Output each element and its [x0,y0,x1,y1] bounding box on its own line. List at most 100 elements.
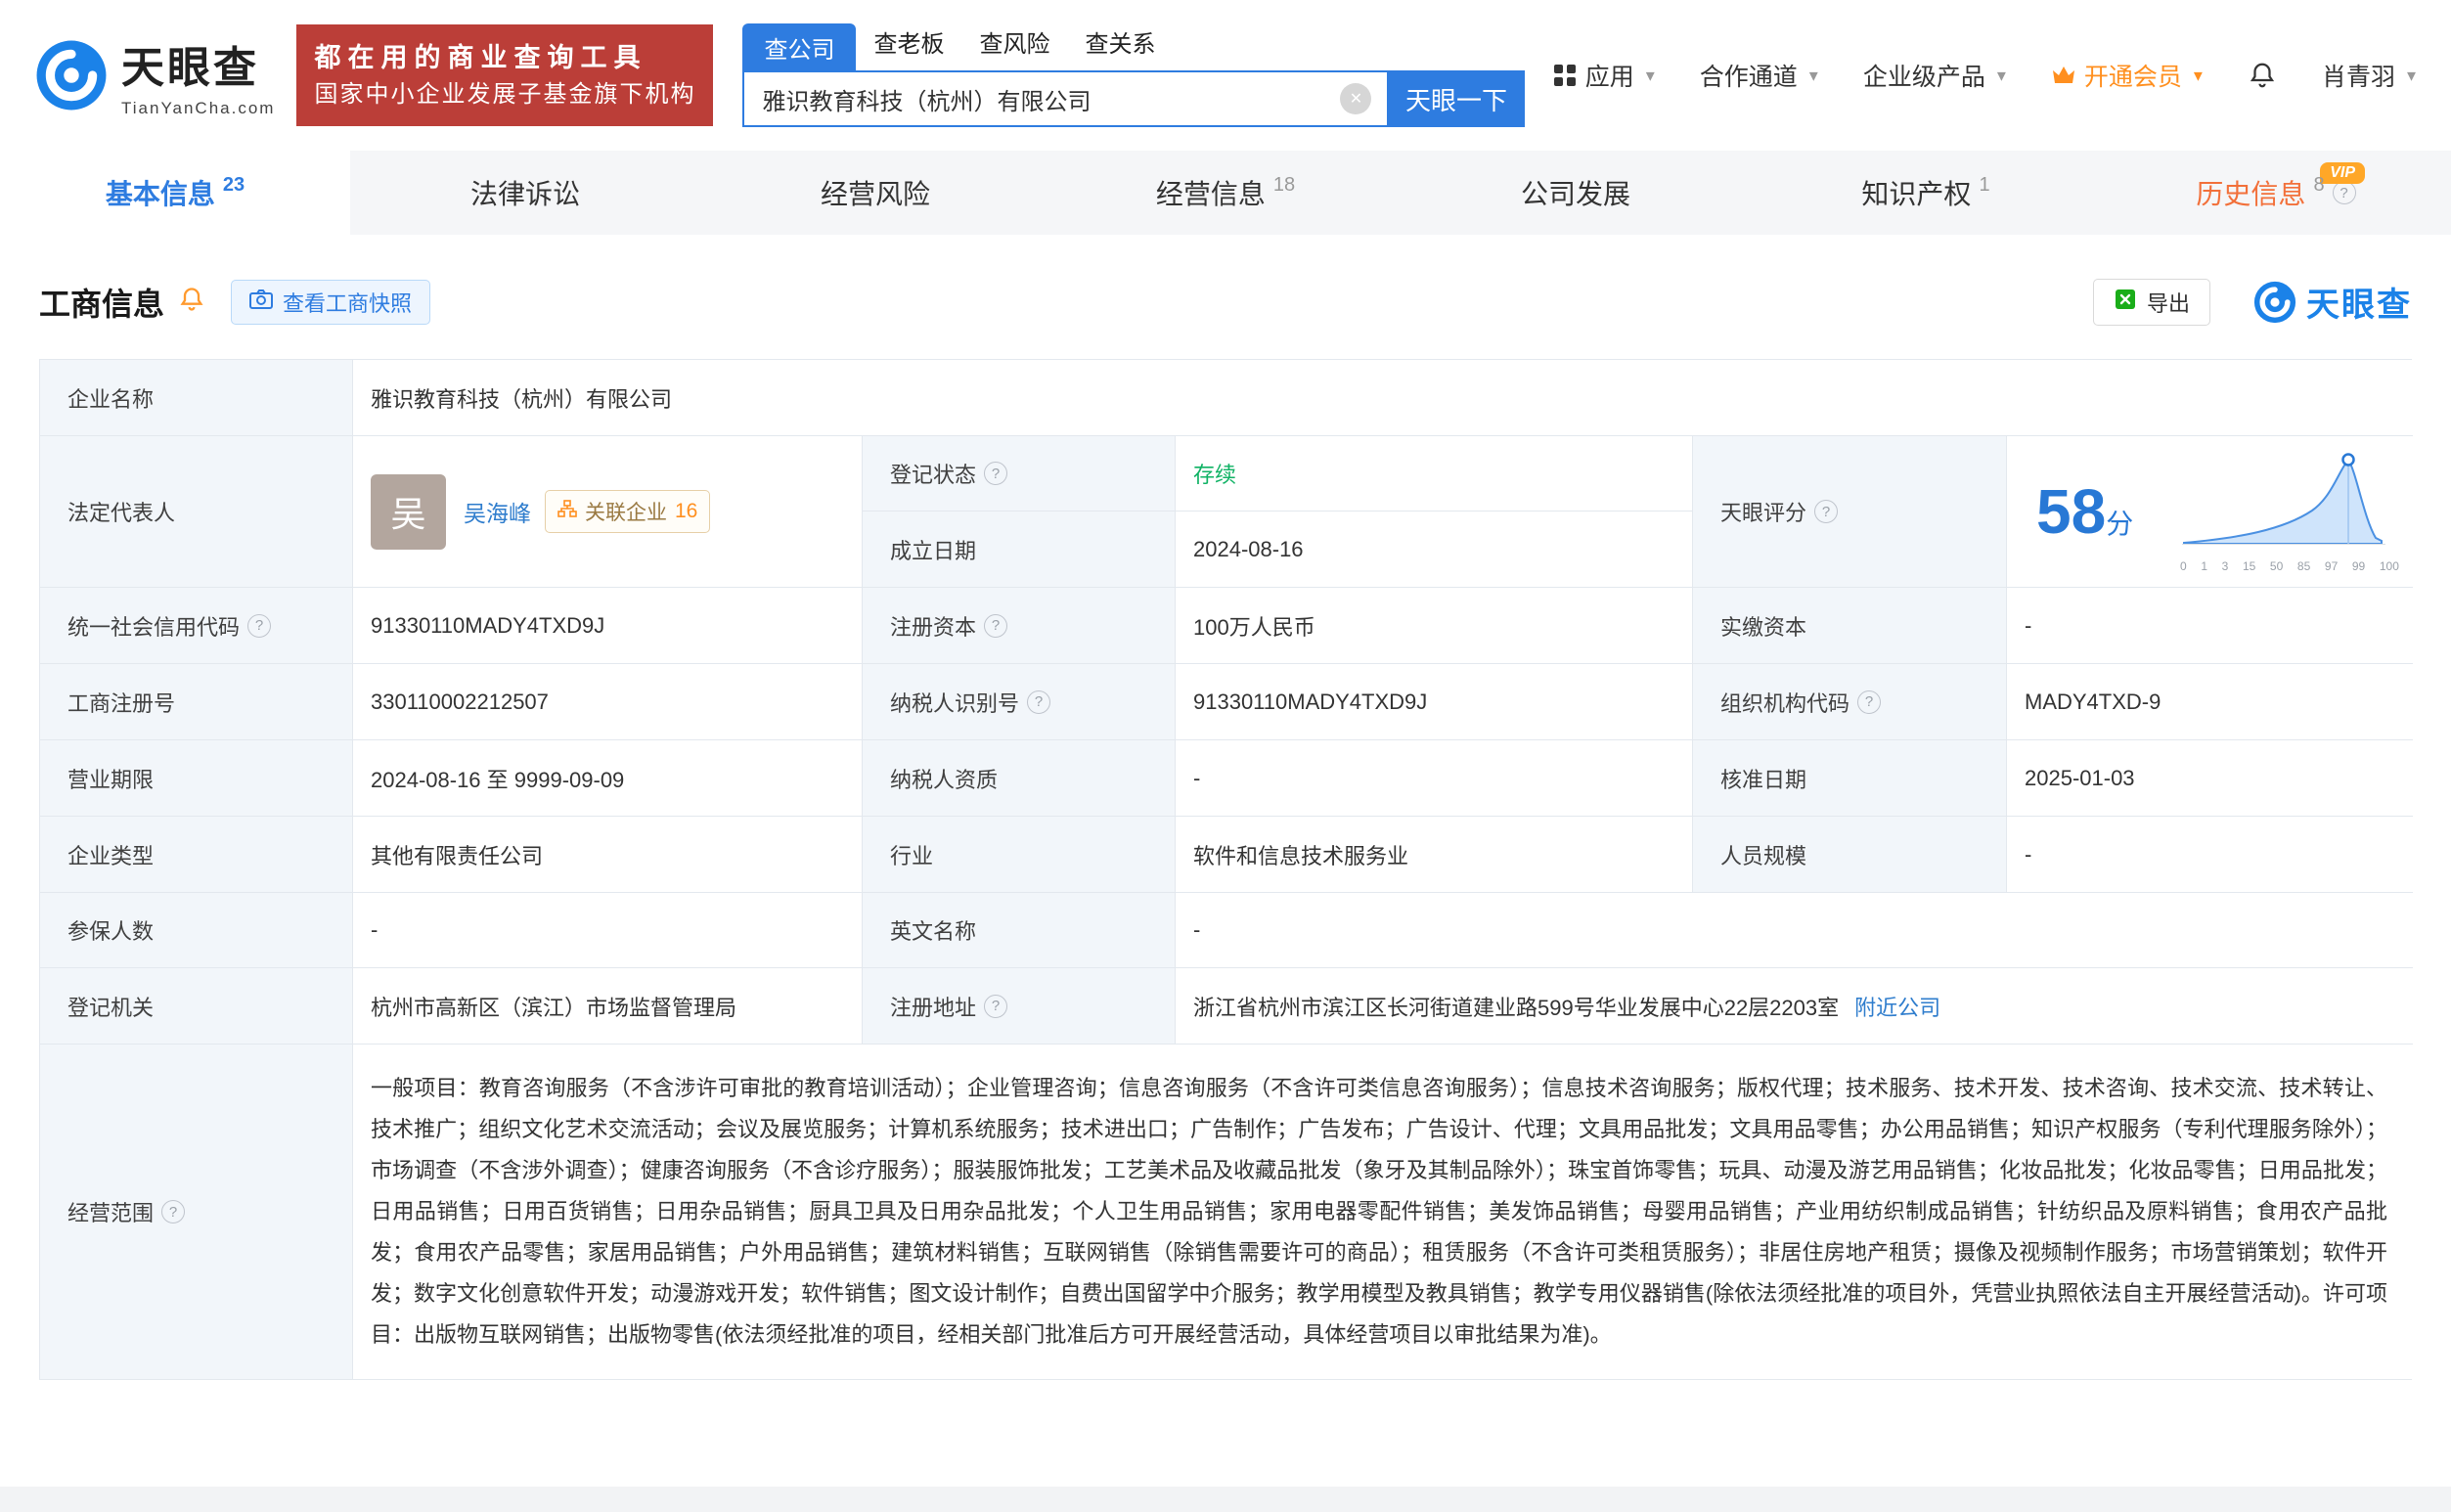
staff-size-label: 人员规模 [1693,817,2007,893]
score-number: 58 [2036,476,2107,547]
business-info-header: 工商信息 查看工商快照 导出 天眼查 [0,235,2451,326]
tab-basic-info-count: 23 [222,173,245,196]
company-detail-tabs: 基本信息 23 法律诉讼 经营风险 经营信息 18 公司发展 知识产权 1 VI… [0,151,2451,235]
tab-development-label: 公司发展 [1520,179,1630,209]
tab-operation-count: 18 [1272,173,1296,196]
tab-legal[interactable]: 法律诉讼 [350,151,700,235]
vip-badge: VIP [2320,162,2365,184]
score-help-icon[interactable] [1814,500,1839,523]
reg-capital-value: 100万人民币 [1176,588,1693,664]
term-label: 营业期限 [40,740,353,817]
search-tab-relation[interactable]: 查关系 [1067,24,1173,70]
taxpayer-quality-value: - [1176,740,1693,817]
authority-label: 登记机关 [40,968,353,1045]
nav-partner[interactable]: 合作通道 [1700,58,1818,93]
company-type-label: 企业类型 [40,817,353,893]
tab-ip-label: 知识产权 [1861,179,1972,209]
legal-rep-avatar[interactable]: 吴 [371,473,446,550]
reg-capital-help-icon[interactable] [984,613,1008,638]
taxpayer-id-value: 91330110MADY4TXD9J [1176,664,1693,740]
tab-history-label: 历史信息 [2196,179,2306,209]
org-code-label: 组织机构代码 [1693,664,2007,740]
nav-enterprise[interactable]: 企业级产品 [1863,58,2006,93]
insured-value: - [353,893,863,968]
authority-value: 杭州市高新区（滨江）市场监督管理局 [353,968,863,1045]
nav-vip[interactable]: 开通会员 [2051,58,2203,93]
logo-text-en: TianYanCha.com [121,99,276,117]
nav-apps[interactable]: 应用 [1552,58,1655,93]
company-name-value: 雅识教育科技（杭州）有限公司 [353,360,2413,436]
history-help-icon[interactable] [2332,181,2356,204]
tab-development[interactable]: 公司发展 [1401,151,1751,235]
scope-label: 经营范围 [40,1045,353,1379]
tab-history[interactable]: VIP 历史信息 8 [2101,151,2451,235]
monitor-bell-icon[interactable] [178,286,205,318]
english-name-label: 英文名称 [863,893,1176,968]
legal-rep-label: 法定代表人 [40,436,353,588]
credit-code-help-icon[interactable] [247,613,272,638]
address-help-icon[interactable] [984,994,1008,1018]
taxpayer-quality-label: 纳税人资质 [863,740,1176,817]
excel-icon [2114,288,2137,317]
reg-number-value: 330110002212507 [353,664,863,740]
address-label: 注册地址 [863,968,1176,1045]
staff-size-value: - [2007,817,2413,893]
watermark-text: 天眼查 [2306,287,2412,324]
company-name-label: 企业名称 [40,360,353,436]
tianyancha-logo[interactable]: 天眼查 TianYanCha.com [35,32,275,118]
snapshot-button[interactable]: 查看工商快照 [231,279,431,325]
org-chart-icon [557,500,577,523]
search-tab-risk[interactable]: 查风险 [961,24,1067,70]
org-code-help-icon[interactable] [1857,689,1882,714]
insured-label: 参保人数 [40,893,353,968]
related-companies-count: 16 [675,500,698,522]
nav-apps-label: 应用 [1584,64,1634,91]
score-unit: 分 [2106,509,2134,539]
page-bottom-strip [0,1487,2451,1512]
search-tab-boss[interactable]: 查老板 [856,24,961,70]
search-tab-company[interactable]: 查公司 [742,23,857,70]
org-code-value: MADY4TXD-9 [2007,664,2413,740]
scope-help-icon[interactable] [161,1200,186,1223]
logo-text-cn: 天眼查 [121,44,259,92]
tab-operation-label: 经营信息 [1155,179,1266,209]
tab-history-count: 8 [2313,173,2325,196]
tab-risk[interactable]: 经营风险 [700,151,1050,235]
nearby-companies-link[interactable]: 附近公司 [1854,991,1940,1022]
tab-basic-info[interactable]: 基本信息 23 [0,151,350,235]
approval-date-value: 2025-01-03 [2007,740,2413,817]
english-name-value: - [1176,893,2413,968]
score-distribution-chart: 0 1 3 15 50 85 97 99 100 [2180,450,2399,573]
taxpayer-id-help-icon[interactable] [1027,689,1051,714]
section-title: 工商信息 [39,286,165,322]
score-value-cell[interactable]: 58分 0 1 3 15 50 85 97 99 100 [2007,436,2413,588]
legal-rep-name-link[interactable]: 吴海峰 [464,495,531,528]
export-button-label: 导出 [2146,290,2190,316]
user-name: 肖青羽 [2321,64,2395,91]
apps-grid-icon [1552,63,1578,88]
top-header: 天眼查 TianYanCha.com 都在用的商业查询工具 国家中小企业发展子基… [0,0,2451,151]
search-tabs: 查公司 查老板 查风险 查关系 [742,23,1525,70]
user-menu[interactable]: 肖青羽 [2322,58,2416,93]
industry-value: 软件和信息技术服务业 [1176,817,1693,893]
industry-label: 行业 [863,817,1176,893]
established-value: 2024-08-16 [1176,511,1693,588]
search-button[interactable]: 天眼一下 [1387,70,1526,127]
export-button[interactable]: 导出 [2092,278,2210,326]
snapshot-button-label: 查看工商快照 [283,290,413,316]
search-area: 查公司 查老板 查风险 查关系 天眼一下 [742,23,1526,127]
business-info-table: 企业名称 雅识教育科技（杭州）有限公司 法定代表人 吴 吴海峰 关联企业 16 … [39,359,2413,1380]
tab-basic-info-label: 基本信息 [105,179,215,209]
related-companies-badge[interactable]: 关联企业 16 [545,490,711,533]
search-input[interactable] [742,70,1388,127]
paid-capital-value: - [2007,588,2413,664]
notification-bell[interactable] [2248,61,2277,90]
tab-ip[interactable]: 知识产权 1 [1751,151,2101,235]
tab-operation[interactable]: 经营信息 18 [1050,151,1401,235]
company-type-value: 其他有限责任公司 [353,817,863,893]
status-help-icon[interactable] [984,462,1008,485]
term-value: 2024-08-16 至 9999-09-09 [353,740,863,817]
promo-banner: 都在用的商业查询工具 国家中小企业发展子基金旗下机构 [296,23,714,127]
tianyancha-watermark: 天眼查 [2253,278,2412,326]
promo-banner-line1: 都在用的商业查询工具 [314,42,647,72]
